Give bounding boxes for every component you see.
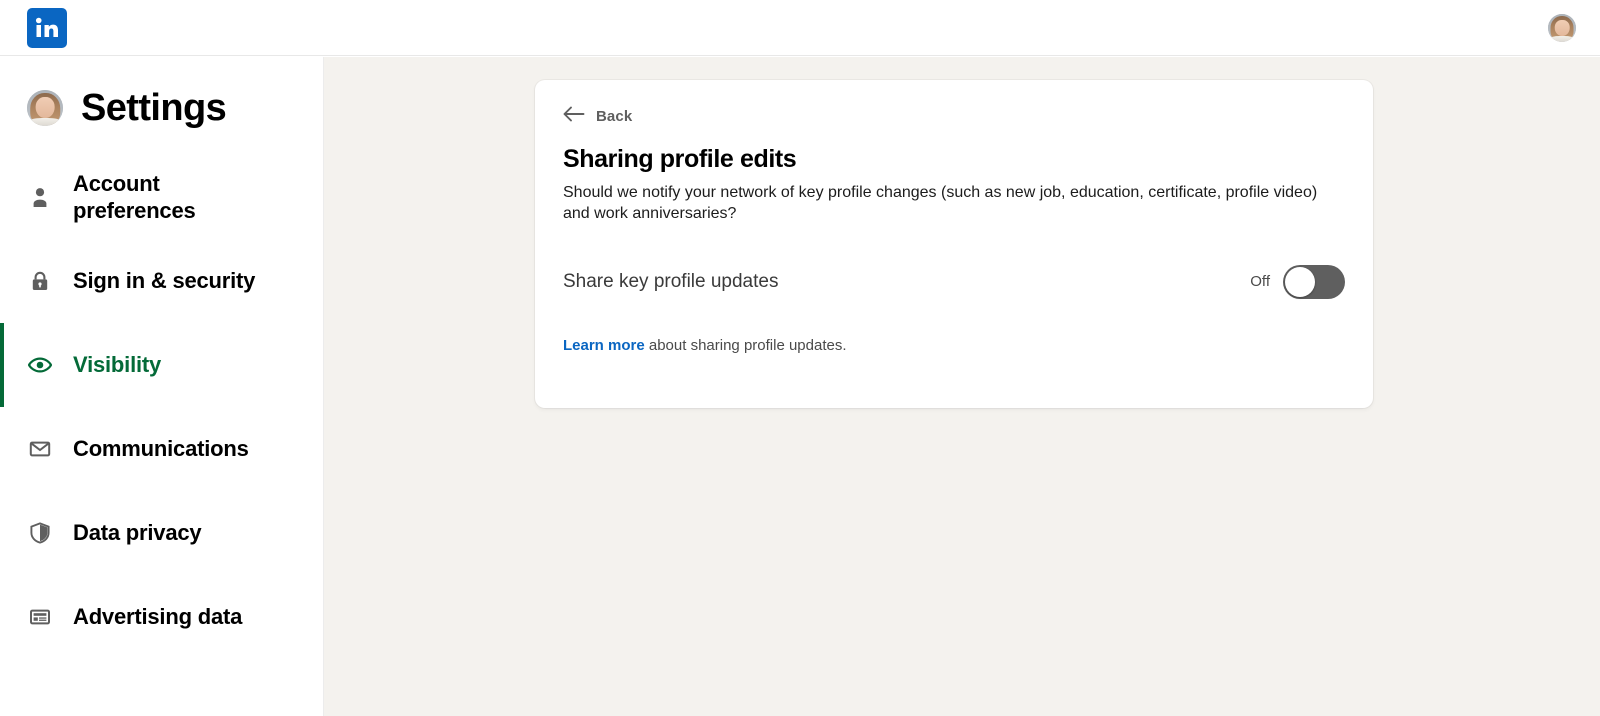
person-icon (27, 184, 53, 210)
settings-navigation: Account preferences Sign in & security V… (0, 155, 323, 659)
avatar-image (27, 90, 63, 126)
sidebar-item-label: Advertising data (73, 604, 243, 630)
toggle-knob (1285, 266, 1315, 297)
sidebar-item-label: Data privacy (73, 520, 202, 546)
avatar-image (1548, 14, 1576, 42)
learn-more-row: Learn more about sharing profile updates… (563, 337, 1345, 354)
sidebar-item-label: Visibility (73, 352, 162, 378)
sidebar-item-label: Sign in & security (73, 268, 256, 294)
arrow-left-icon (563, 106, 585, 127)
toggle-group: Off (1250, 264, 1345, 299)
settings-page: Settings Account preferences Sign in & s… (0, 0, 1600, 716)
main-content-area: Back Sharing profile edits Should we not… (324, 57, 1600, 716)
active-indicator (0, 155, 4, 239)
learn-more-text: about sharing profile updates. (644, 336, 847, 354)
settings-sidebar: Settings Account preferences Sign in & s… (0, 57, 324, 716)
learn-more-link[interactable]: Learn more (563, 337, 645, 354)
linkedin-logo[interactable] (27, 8, 67, 48)
sidebar-item-label: Account preferences (73, 170, 196, 224)
settings-header: Settings (0, 57, 323, 127)
active-indicator (0, 239, 4, 323)
card-title: Sharing profile edits (563, 145, 797, 173)
eye-icon (27, 352, 53, 378)
share-key-profile-updates-row: Share key profile updates Off (563, 264, 1345, 299)
sidebar-item-data-privacy[interactable]: Data privacy (0, 491, 323, 575)
shield-icon (27, 520, 53, 546)
sidebar-item-account-preferences[interactable]: Account preferences (0, 155, 323, 239)
ad-card-icon (27, 604, 53, 630)
sidebar-item-advertising-data[interactable]: Advertising data (0, 575, 323, 659)
settings-profile-avatar[interactable] (27, 90, 63, 126)
lock-icon (27, 268, 53, 294)
active-indicator (0, 575, 4, 659)
active-indicator (0, 407, 4, 491)
user-avatar[interactable] (1548, 14, 1576, 42)
card-description: Should we notify your network of key pro… (563, 184, 1318, 223)
back-button[interactable]: Back (563, 106, 632, 127)
sidebar-item-visibility[interactable]: Visibility (0, 323, 323, 407)
sidebar-item-sign-in-security[interactable]: Sign in & security (0, 239, 323, 323)
active-indicator (0, 491, 4, 575)
toggle-state-label: Off (1250, 273, 1270, 291)
share-key-profile-updates-toggle[interactable] (1283, 264, 1345, 299)
active-indicator (0, 323, 4, 407)
sidebar-item-label: Communications (73, 436, 249, 462)
page-title: Settings (81, 87, 227, 129)
setting-label: Share key profile updates (563, 270, 779, 292)
envelope-icon (27, 436, 53, 462)
sharing-profile-edits-card: Back Sharing profile edits Should we not… (535, 80, 1373, 408)
back-button-label: Back (596, 108, 633, 125)
sidebar-item-communications[interactable]: Communications (0, 407, 323, 491)
global-navigation-bar (0, 0, 1600, 56)
